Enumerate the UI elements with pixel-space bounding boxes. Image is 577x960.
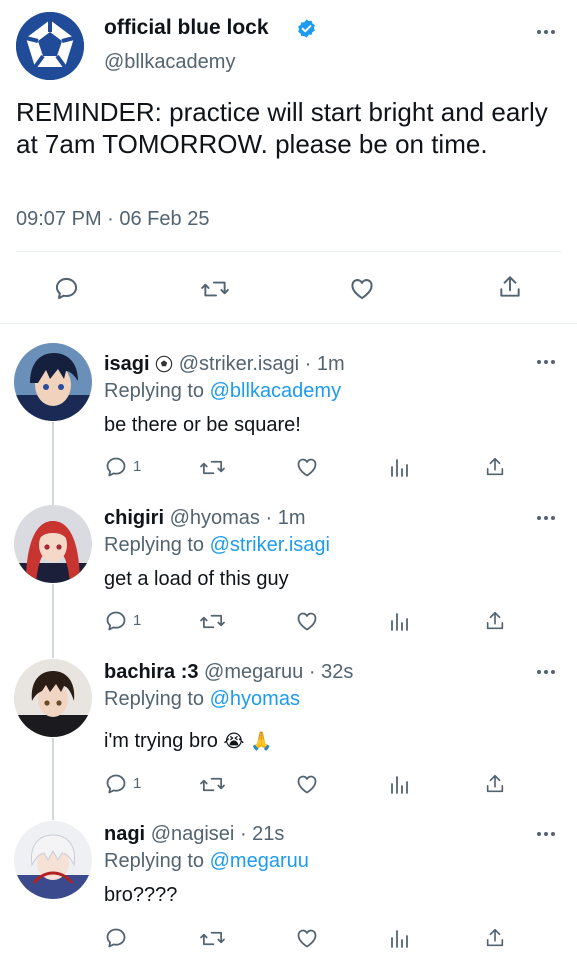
more-icon[interactable] [537, 670, 555, 674]
reply-icon[interactable] [104, 455, 128, 479]
reply-author-handle[interactable]: @hyomas [170, 507, 260, 529]
reply-text: be there or be square! [104, 414, 301, 436]
thread-line [52, 738, 54, 820]
reply-text: bro???? [104, 884, 178, 906]
like-icon[interactable] [348, 275, 376, 302]
share-icon[interactable] [497, 273, 523, 301]
replying-to: Replying to @bllkacademy [104, 380, 341, 403]
reply-text: get a load of this guy [104, 568, 289, 590]
reply-icon[interactable] [104, 926, 128, 950]
reply-author-name[interactable]: isagi [104, 353, 150, 375]
replying-to: Replying to @megaruu [104, 850, 309, 873]
avatar[interactable] [14, 821, 92, 899]
reply-text-body: i'm trying bro [104, 730, 218, 752]
like-icon[interactable] [295, 926, 319, 950]
retweet-icon[interactable] [199, 773, 226, 796]
soccer-ball-icon [155, 355, 173, 379]
replying-to-link[interactable]: @hyomas [210, 688, 300, 710]
retweet-icon[interactable] [199, 610, 226, 633]
reply-count: 1 [133, 775, 142, 792]
reply-header: nagi @nagisei · 21s [104, 823, 284, 846]
avatar[interactable] [14, 343, 92, 421]
replying-to-link[interactable]: @megaruu [210, 850, 309, 872]
like-icon[interactable] [295, 609, 319, 633]
more-icon[interactable] [537, 516, 555, 520]
reply-text: i'm trying bro 😭 🙏 [104, 730, 273, 753]
replying-to: Replying to @hyomas [104, 688, 300, 711]
analytics-icon[interactable] [389, 610, 411, 632]
reply-time: · 1m [304, 353, 345, 375]
reply-author-handle[interactable]: @nagisei [151, 823, 235, 845]
divider [0, 323, 577, 324]
share-icon[interactable] [484, 455, 506, 479]
share-icon[interactable] [484, 772, 506, 796]
divider [16, 251, 561, 252]
analytics-icon[interactable] [389, 456, 411, 478]
reply-icon[interactable] [104, 609, 128, 633]
reply-header: isagi @striker.isagi · 1m [104, 353, 345, 379]
reply-time: · 32s [308, 661, 354, 683]
replying-to-link[interactable]: @bllkacademy [210, 380, 341, 402]
reply-count: 1 [133, 612, 142, 629]
tweet-text: REMINDER: practice will start bright and… [16, 97, 548, 159]
replying-label: Replying to [104, 534, 205, 556]
reply-author-name[interactable]: nagi [104, 823, 145, 845]
reply-author-name[interactable]: chigiri [104, 507, 164, 529]
account-logo[interactable] [16, 12, 84, 80]
replying-to-link[interactable]: @striker.isagi [210, 534, 330, 556]
replying-to: Replying to @striker.isagi [104, 534, 330, 557]
reply-count: 1 [133, 458, 142, 475]
reply-time: · 21s [239, 823, 285, 845]
share-icon[interactable] [484, 926, 506, 950]
avatar[interactable] [14, 505, 92, 583]
share-icon[interactable] [484, 609, 506, 633]
thread-line [52, 422, 54, 506]
avatar[interactable] [14, 659, 92, 737]
reply-time: · 1m [265, 507, 306, 529]
reply-author-handle[interactable]: @megaruu [204, 661, 303, 683]
verified-icon [296, 18, 317, 39]
reply-author-name[interactable]: bachira :3 [104, 661, 198, 683]
emoji: 😭 🙏 [223, 731, 273, 752]
reply-icon[interactable] [104, 772, 128, 796]
reply-header: bachira :3 @megaruu · 32s [104, 661, 353, 684]
replying-label: Replying to [104, 688, 205, 710]
like-icon[interactable] [295, 772, 319, 796]
more-icon[interactable] [537, 30, 555, 34]
retweet-icon[interactable] [200, 276, 230, 302]
thread-line [52, 584, 54, 658]
reply-icon[interactable] [53, 275, 80, 302]
more-icon[interactable] [537, 360, 555, 364]
more-icon[interactable] [537, 832, 555, 836]
reply-author-handle[interactable]: @striker.isagi [179, 353, 299, 375]
reply-header: chigiri @hyomas · 1m [104, 507, 305, 530]
like-icon[interactable] [295, 455, 319, 479]
author-name[interactable]: official blue lock [104, 16, 269, 40]
retweet-icon[interactable] [199, 927, 226, 950]
replying-label: Replying to [104, 380, 205, 402]
replying-label: Replying to [104, 850, 205, 872]
retweet-icon[interactable] [199, 456, 226, 479]
analytics-icon[interactable] [389, 773, 411, 795]
tweet-timestamp[interactable]: 09:07 PM · 06 Feb 25 [16, 208, 209, 231]
analytics-icon[interactable] [389, 927, 411, 949]
author-handle[interactable]: @bllkacademy [104, 51, 235, 74]
